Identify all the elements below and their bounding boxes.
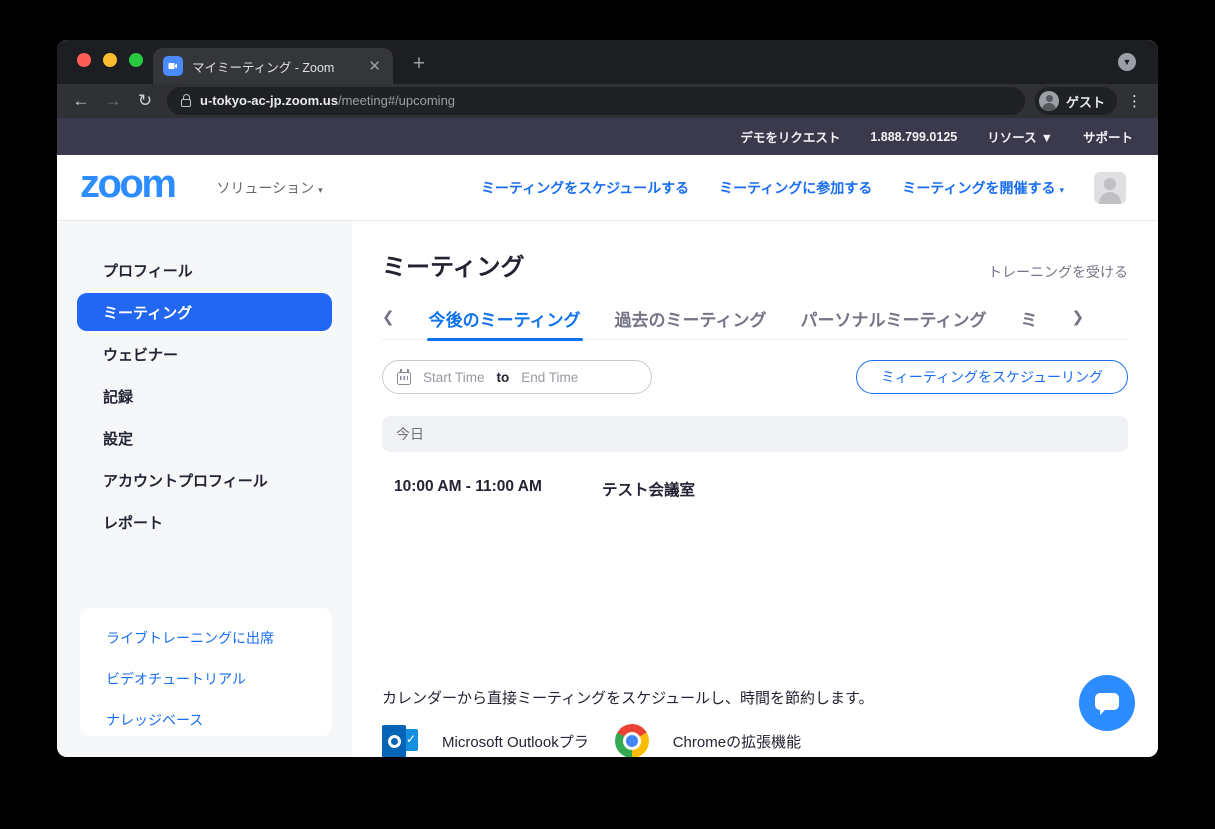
date-range-input[interactable]: Start Time to End Time [382, 360, 652, 394]
site-header: zoom ソリューション ▾ ミーティングをスケジュールする ミーティングに参加す… [57, 155, 1158, 221]
browser-menu-icon[interactable]: ⋮ [1127, 92, 1142, 110]
video-tutorials-link[interactable]: ビデオチュートリアル [106, 669, 332, 689]
chrome-extension-item[interactable]: Chromeの拡張機能 [614, 724, 802, 757]
sidebar-item-reports[interactable]: レポート [57, 501, 352, 543]
new-tab-button[interactable]: + [405, 50, 433, 78]
sidebar-item-meetings[interactable]: ミーティング [77, 293, 332, 331]
date-range-to-label: to [496, 369, 510, 385]
calendar-hint-text: カレンダーから直接ミーティングをスケジュールし、時間を節約します。 [382, 690, 874, 707]
tab-personal-meetings[interactable]: パーソナルミーティング [801, 298, 987, 340]
window-close-button[interactable] [77, 53, 91, 67]
window-minimize-button[interactable] [103, 53, 117, 67]
support-link[interactable]: サポート [1083, 127, 1133, 146]
browser-tab[interactable]: マイミーティング - Zoom ✕ [153, 48, 393, 84]
start-time-placeholder[interactable]: Start Time [423, 370, 485, 385]
tab-scroll-right-icon[interactable]: ❯ [1072, 308, 1085, 330]
outlook-plugin-label: Microsoft Outlookプラ [442, 733, 589, 751]
schedule-meeting-link[interactable]: ミーティングをスケジュールする [481, 178, 689, 198]
chat-bubble-icon [1095, 693, 1119, 715]
sidebar-footer-card: ライブトレーニングに出席 ビデオチュートリアル ナレッジベース [80, 608, 332, 736]
chevron-down-icon: ▼ [1040, 131, 1053, 145]
zoom-favicon-icon [163, 56, 183, 76]
sidebar-item-webinars[interactable]: ウェビナー [57, 333, 352, 375]
site-top-nav: デモをリクエスト 1.888.799.0125 リソース ▼ サポート [57, 118, 1158, 155]
calendar-icon [397, 368, 411, 385]
sidebar-item-recordings[interactable]: 記録 [57, 375, 352, 417]
meeting-topic[interactable]: テスト会議室 [602, 478, 695, 500]
request-demo-link[interactable]: デモをリクエスト [740, 127, 840, 146]
guest-avatar-icon [1039, 91, 1059, 111]
sidebar-item-settings[interactable]: 設定 [57, 417, 352, 459]
browser-toolbar: ← → ↻ u-tokyo-ac-jp.zoom.us/meeting#/upc… [57, 84, 1158, 118]
get-training-link[interactable]: トレーニングを受ける [988, 262, 1128, 282]
zoom-logo[interactable]: zoom [80, 164, 177, 212]
tab-previous-meetings[interactable]: 過去のミーティング [615, 298, 767, 340]
sidebar: プロフィール ミーティング ウェビナー 記録 設定 アカウントプロフィール レポ… [57, 221, 352, 757]
forward-icon[interactable]: → [97, 91, 129, 111]
sidebar-item-account-profile[interactable]: アカウントプロフィール [57, 459, 352, 501]
guest-label: ゲスト [1066, 94, 1106, 110]
meeting-row[interactable]: 10:00 AM - 11:00 AM テスト会議室 [382, 478, 1128, 500]
solutions-menu[interactable]: ソリューション ▾ [216, 178, 322, 198]
outlook-plugin-item[interactable]: ✓ Microsoft Outlookプラ [382, 724, 589, 757]
chat-support-button[interactable] [1079, 675, 1135, 731]
chrome-extension-label: Chromeの拡張機能 [672, 733, 802, 751]
lock-icon [181, 94, 191, 107]
profile-avatar[interactable] [1094, 171, 1126, 204]
calendar-integrations-section: カレンダーから直接ミーティングをスケジュールし、時間を節約します。 ✓ Micr… [382, 687, 1128, 757]
url-host: u-tokyo-ac-jp.zoom.us [200, 93, 338, 108]
chrome-icon [614, 724, 649, 757]
tab-scroll-left-icon[interactable]: ❮ [382, 308, 395, 330]
tab-meeting-templates-truncated[interactable]: ミ [1021, 298, 1038, 340]
tab-close-icon[interactable]: ✕ [366, 57, 383, 75]
phone-number: 1.888.799.0125 [870, 129, 958, 144]
meeting-time: 10:00 AM - 11:00 AM [394, 478, 542, 495]
main-panel: ミーティング トレーニングを受ける ❮ 今後のミーティング 過去のミーティング … [352, 221, 1158, 757]
tab-strip: マイミーティング - Zoom ✕ + ▼ [57, 40, 1158, 84]
tab-title: マイミーティング - Zoom [192, 60, 335, 75]
today-label: 今日 [396, 426, 424, 442]
today-section-header: 今日 [382, 416, 1128, 452]
reload-icon[interactable]: ↻ [129, 91, 161, 111]
back-icon[interactable]: ← [65, 91, 97, 111]
guest-profile-badge[interactable]: ゲスト [1035, 87, 1118, 115]
attend-live-training-link[interactable]: ライブトレーニングに出席 [106, 628, 332, 648]
chevron-down-icon: ▾ [318, 184, 323, 195]
window-zoom-button[interactable] [129, 53, 143, 67]
schedule-meeting-button[interactable]: ミィーティングをスケジューリング [855, 360, 1128, 394]
window-chevron-down-icon[interactable]: ▼ [1118, 53, 1136, 71]
join-meeting-link[interactable]: ミーティングに参加する [719, 178, 872, 198]
browser-window: マイミーティング - Zoom ✕ + ▼ ← → ↻ u-tokyo-ac-j… [57, 40, 1158, 757]
host-meeting-menu[interactable]: ミーティングを開催する ▾ [902, 178, 1064, 198]
resources-menu[interactable]: リソース ▼ [987, 127, 1053, 146]
end-time-placeholder[interactable]: End Time [521, 370, 578, 385]
tab-upcoming-meetings[interactable]: 今後のミーティング [426, 298, 583, 341]
url-bar[interactable]: u-tokyo-ac-jp.zoom.us/meeting#/upcoming [167, 87, 1025, 115]
sidebar-item-profile[interactable]: プロフィール [57, 249, 352, 291]
meeting-tabs: ❮ 今後のミーティング 過去のミーティング パーソナルミーティング ミ ❯ [382, 298, 1128, 341]
url-path: /meeting#/upcoming [337, 93, 456, 108]
chevron-down-icon: ▾ [1059, 184, 1064, 195]
knowledge-base-link[interactable]: ナレッジベース [106, 710, 332, 730]
page-title: ミーティング [382, 254, 525, 281]
outlook-icon: ✓ [382, 724, 418, 757]
